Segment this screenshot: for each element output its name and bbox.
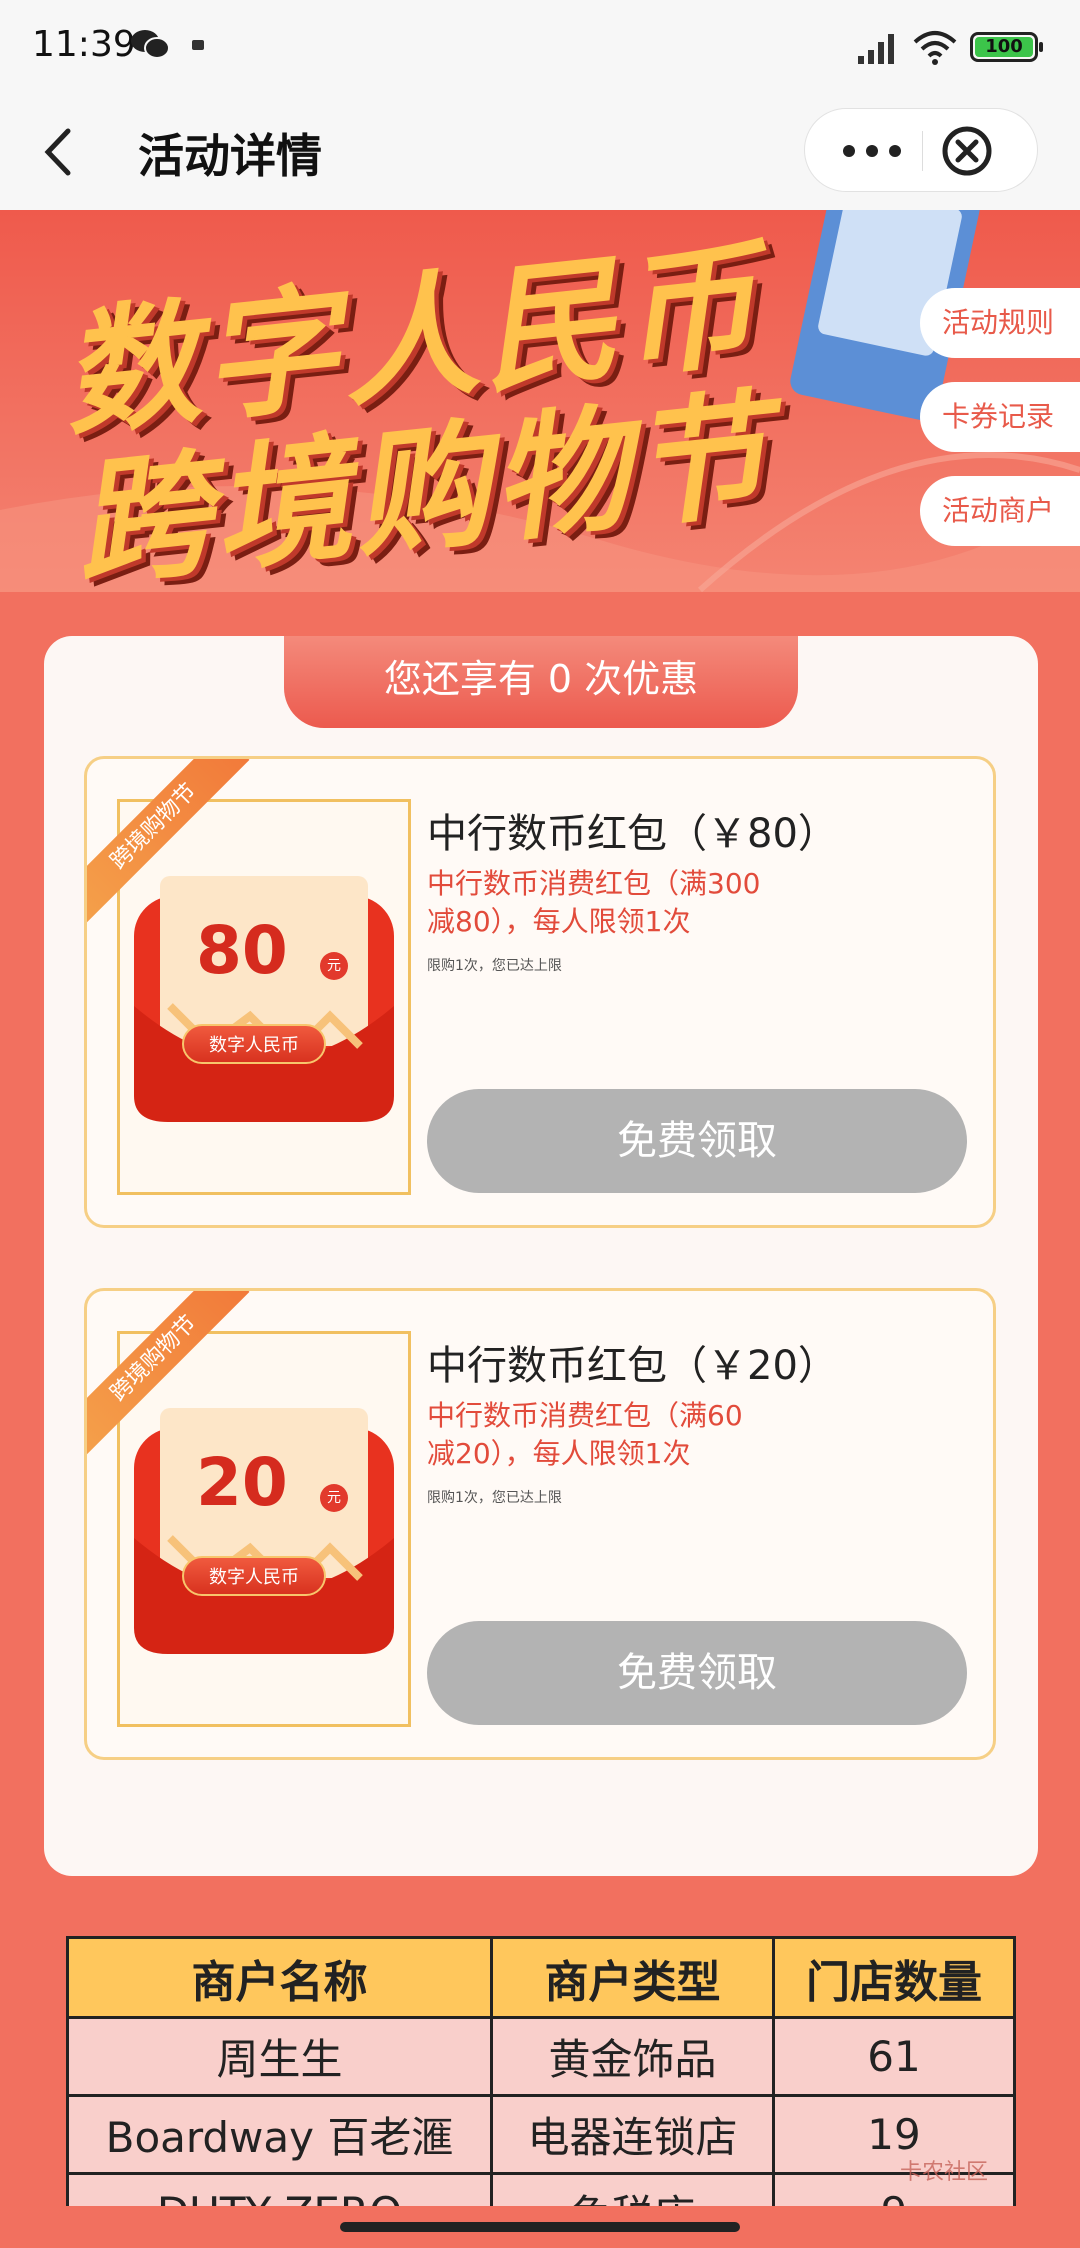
cell-merchant-name: DUTY ZERO xyxy=(66,2172,493,2206)
header-store-count: 门店数量 xyxy=(772,1936,1016,2019)
table-header-row: 商户名称 商户类型 门店数量 xyxy=(66,1936,1016,2019)
envelope-label: 数字人民币 xyxy=(182,1556,326,1596)
wechat-icon xyxy=(131,30,170,59)
back-icon[interactable] xyxy=(38,125,78,179)
coupon-item: 80 元 数字人民币 跨境购物节 中行数币红包（￥80） 中行数币消费红包（满3… xyxy=(84,756,996,1228)
promo-banner: 数字人民币 跨境购物节 活动规则 卡券记录 活动商户 xyxy=(0,210,1080,592)
header-merchant-type: 商户类型 xyxy=(490,1936,775,2019)
merchant-table: 商户名称 商户类型 门店数量 周生生 黄金饰品 61 Boardway 百老滙 … xyxy=(66,1936,1016,2206)
envelope-amount: 80 xyxy=(196,912,288,989)
coupon-limit-note: 限购1次，您已达上限 xyxy=(427,958,562,974)
coupon-card: 您还享有 0 次优惠 80 元 数字人民币 跨境购物节 中行数币红包（￥80） … xyxy=(44,636,1038,1876)
more-icon[interactable] xyxy=(837,131,907,171)
coupon-description: 中行数币消费红包（满300减80），每人限领1次 xyxy=(427,867,761,938)
envelope-unit: 元 xyxy=(320,952,348,980)
coupon-title: 中行数币红包（￥80） xyxy=(427,811,838,857)
nav-bar: 活动详情 xyxy=(0,95,1080,210)
table-row: 周生生 黄金饰品 61 xyxy=(66,2016,1016,2097)
wifi-icon xyxy=(913,31,957,65)
table-row: DUTY ZERO 免税店 9 xyxy=(66,2172,1016,2206)
coupon-title: 中行数币红包（￥20） xyxy=(427,1343,838,1389)
cell-merchant-type: 黄金饰品 xyxy=(490,2016,775,2097)
cell-merchant-type: 免税店 xyxy=(490,2172,775,2206)
page-title: 活动详情 xyxy=(138,129,322,183)
battery-level: 100 xyxy=(975,37,1033,57)
remaining-offers-header: 您还享有 0 次优惠 xyxy=(284,636,798,728)
cell-merchant-name: Boardway 百老滙 xyxy=(66,2094,493,2175)
coupon-item: 20 元 数字人民币 跨境购物节 中行数币红包（￥20） 中行数币消费红包（满6… xyxy=(84,1288,996,1760)
cell-merchant-name: 周生生 xyxy=(66,2016,493,2097)
red-envelope-icon xyxy=(134,876,394,1122)
coupon-limit-note: 限购1次，您已达上限 xyxy=(427,1490,562,1506)
battery-icon: 100 xyxy=(970,32,1043,62)
mini-program-capsule xyxy=(804,108,1038,192)
signal-icon xyxy=(858,34,894,64)
header-merchant-name: 商户名称 xyxy=(66,1936,493,2019)
home-indicator[interactable] xyxy=(340,2222,740,2232)
coupon-description: 中行数币消费红包（满60减20），每人限领1次 xyxy=(427,1399,743,1470)
close-icon[interactable] xyxy=(941,125,993,177)
capsule-divider xyxy=(922,131,923,171)
table-row: Boardway 百老滙 电器连锁店 19 xyxy=(66,2094,1016,2175)
cell-store-count: 61 xyxy=(772,2016,1016,2097)
watermark: 卡农社区 xyxy=(900,2160,989,2185)
claim-button[interactable]: 免费领取 xyxy=(427,1621,967,1725)
coupon-image-frame: 20 元 数字人民币 xyxy=(117,1331,411,1727)
coupon-image-frame: 80 元 数字人民币 xyxy=(117,799,411,1195)
activity-rules-button[interactable]: 活动规则 xyxy=(920,288,1080,358)
red-envelope-icon xyxy=(134,1408,394,1654)
cell-merchant-type: 电器连锁店 xyxy=(490,2094,775,2175)
activity-merchants-button[interactable]: 活动商户 xyxy=(920,476,1080,546)
status-time: 11:39 xyxy=(32,24,136,65)
claim-button[interactable]: 免费领取 xyxy=(427,1089,967,1193)
envelope-label: 数字人民币 xyxy=(182,1024,326,1064)
status-bar: 11:39 100 xyxy=(0,0,1080,95)
notification-icon xyxy=(192,40,204,50)
coupon-records-button[interactable]: 卡券记录 xyxy=(920,382,1080,452)
envelope-unit: 元 xyxy=(320,1484,348,1512)
envelope-amount: 20 xyxy=(196,1444,288,1521)
